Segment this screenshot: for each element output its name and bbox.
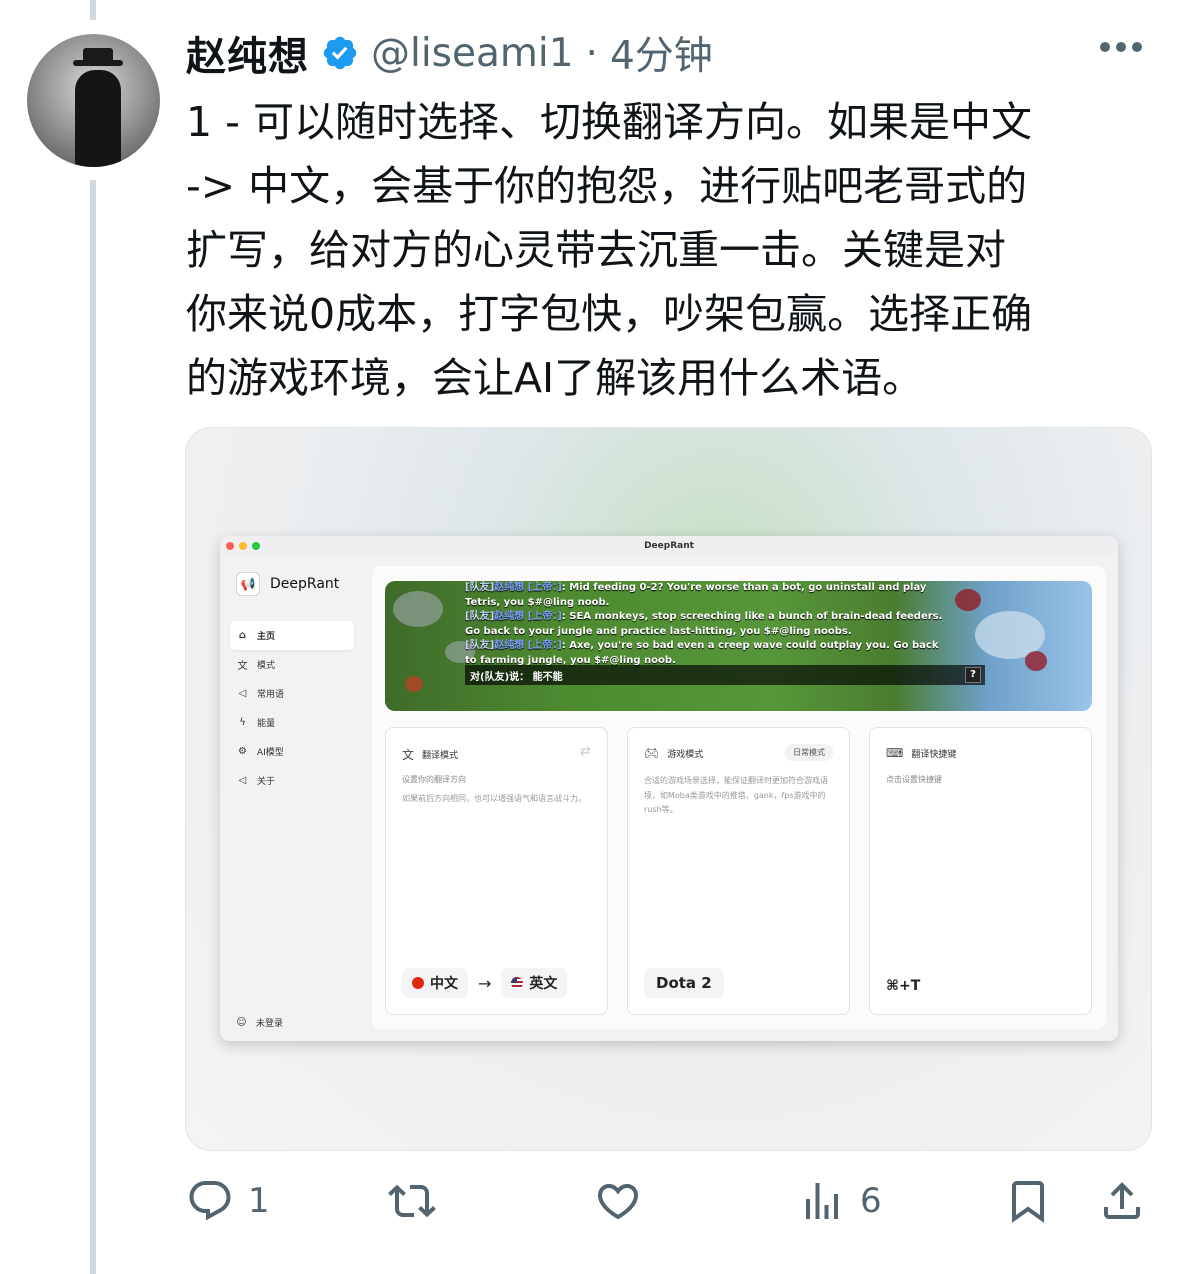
arrow-right-icon: →	[478, 973, 492, 993]
more-options-icon[interactable]	[1100, 42, 1142, 52]
chat-input-text: 对(队友)说： 能不能	[470, 671, 563, 683]
verified-badge-icon	[323, 36, 357, 70]
login-label: 未登录	[256, 1019, 284, 1029]
main-content: [队友]赵纯想 [上帝：]: Mid feeding 0-2? You're w…	[372, 566, 1106, 1029]
retweet-icon	[388, 1184, 436, 1218]
source-language-button[interactable]: 中文	[402, 968, 468, 998]
window-titlebar: DeepRant	[220, 536, 1118, 556]
megaphone-icon: ◁	[238, 688, 247, 699]
card-title: 翻译快捷键	[911, 749, 957, 760]
chat-line: [队友]赵纯想 [上帝：]: SEA monkeys, stop screech…	[465, 611, 943, 637]
card-title: 翻译模式	[422, 751, 459, 761]
share-button[interactable]	[1098, 1170, 1146, 1232]
shortcut-value[interactable]: ⌘+T	[886, 978, 920, 994]
home-icon: ⌂	[238, 630, 247, 641]
sidebar-item-phrases[interactable]: ◁ 常用语	[230, 679, 354, 708]
china-flag-icon	[412, 977, 424, 989]
chat-line: [队友]赵纯想 [上帝：]: Mid feeding 0-2? You're w…	[465, 582, 927, 608]
retweet-button[interactable]	[388, 1170, 450, 1232]
analytics-icon	[806, 1183, 838, 1219]
login-status[interactable]: ☺ 未登录	[236, 1016, 283, 1029]
bookmark-icon	[1012, 1181, 1044, 1223]
gear-icon: ⚙	[238, 746, 247, 757]
avatar[interactable]	[27, 34, 160, 167]
sidebar-item-ai-model[interactable]: ⚙ AI模型	[230, 737, 354, 766]
card-description: 合适的游戏场景选择，能保证翻译时更加符合游戏语境，如Moba类游戏中的推塔、ga…	[644, 776, 828, 814]
bolt-icon: ϟ	[239, 717, 246, 728]
avatar-figure	[75, 70, 121, 167]
window-title: DeepRant	[644, 541, 694, 551]
keyboard-icon: ⌨	[886, 746, 904, 760]
tweet-time[interactable]: 4分钟	[610, 25, 713, 81]
daily-mode-toggle[interactable]: 日常模式	[785, 744, 833, 761]
sidebar-item-label: 模式	[257, 661, 276, 671]
gamepad-icon: 🎮︎	[644, 746, 660, 760]
sidebar-item-about[interactable]: ◁ 关于	[230, 766, 354, 795]
thread-line-bottom	[90, 180, 96, 1274]
avatar-hat-brim	[73, 60, 123, 66]
game-chat-input: 对(队友)说： 能不能 ?	[465, 665, 985, 685]
card-header: 🎮︎ 游戏模式	[644, 746, 703, 760]
card-subtitle: 设置你的翻译方向	[402, 775, 466, 784]
sidebar-item-label: 能量	[257, 719, 276, 729]
tweet-text: 1 - 可以随时选择、切换翻译方向。如果是中文 -> 中文，会基于你的抱怨，进行…	[186, 98, 1033, 402]
game-mode-card[interactable]: 🎮︎ 游戏模式 日常模式 合适的游戏场景选择，能保证翻译时更加符合游戏语境，如M…	[627, 727, 850, 1015]
sidebar: 📢 DeepRant ⌂ 主页 文 模式 ◁ 常用语 ϟ 能量 ⚙ AI模型 ◁…	[220, 556, 362, 1041]
heart-icon	[597, 1184, 639, 1220]
reply-count: 1	[248, 1181, 270, 1221]
source-language-label: 中文	[430, 976, 458, 992]
author-name[interactable]: 赵纯想	[186, 24, 309, 82]
thread-line-top	[90, 0, 96, 20]
card-header: 文 翻译模式	[402, 746, 458, 763]
translate-icon: 文	[402, 748, 415, 762]
translate-icon: 文	[237, 661, 248, 672]
sidebar-item-label: 主页	[257, 632, 276, 642]
app-window: DeepRant 📢 DeepRant ⌂ 主页 文 模式 ◁ 常用语 ϟ 能量…	[220, 536, 1118, 1041]
sidebar-item-label: AI模型	[257, 748, 284, 758]
chat-line: [队友]赵纯想 [上帝：]: Axe, you're so bad even a…	[465, 640, 939, 666]
megaphone-logo-icon: 📢	[236, 572, 260, 596]
swap-direction-icon[interactable]: ⇄	[580, 744, 591, 759]
share-icon	[1104, 1182, 1140, 1219]
target-language-button[interactable]: 英文	[501, 968, 568, 998]
sidebar-item-label: 关于	[257, 777, 276, 787]
target-language-label: 英文	[529, 976, 558, 992]
translate-mode-card[interactable]: 文 翻译模式 ⇄ 设置你的翻译方向 如果前后方向相同，也可以增强语气和语言战斗力…	[385, 727, 608, 1015]
author-handle[interactable]: @liseami1	[371, 31, 574, 76]
card-description: 如果前后方向相同，也可以增强语气和语言战斗力。	[402, 794, 586, 803]
views-count: 6	[860, 1181, 882, 1221]
bookmark-button[interactable]	[1004, 1170, 1052, 1232]
tweet-actions: 1 6	[186, 1170, 1146, 1232]
sidebar-item-label: 常用语	[257, 690, 285, 700]
reply-icon	[189, 1181, 231, 1221]
sidebar-item-energy[interactable]: ϟ 能量	[230, 708, 354, 737]
brand: 📢 DeepRant	[236, 572, 339, 596]
user-icon: ☺	[236, 1017, 247, 1028]
shortcut-card[interactable]: ⌨ 翻译快捷键 点击设置快捷键 ⌘+T	[869, 727, 1092, 1015]
views-button[interactable]: 6	[798, 1170, 882, 1232]
tweet-media-image[interactable]: DeepRant 📢 DeepRant ⌂ 主页 文 模式 ◁ 常用语 ϟ 能量…	[185, 427, 1152, 1151]
sidebar-item-home[interactable]: ⌂ 主页	[230, 621, 354, 650]
reply-button[interactable]: 1	[186, 1170, 270, 1232]
translation-direction: 中文 → 英文	[402, 968, 568, 998]
tweet-header: 赵纯想 @liseami1 · 4分钟	[186, 25, 713, 81]
card-title: 游戏模式	[667, 749, 704, 760]
megaphone-icon: ◁	[238, 775, 247, 786]
help-icon: ?	[965, 667, 981, 683]
sidebar-nav: ⌂ 主页 文 模式 ◁ 常用语 ϟ 能量 ⚙ AI模型 ◁ 关于	[230, 621, 354, 795]
brand-name: DeepRant	[270, 576, 340, 592]
header-separator: ·	[585, 30, 598, 76]
game-select-button[interactable]: Dota 2	[644, 968, 724, 998]
sidebar-item-mode[interactable]: 文 模式	[230, 650, 354, 679]
game-chat-log: [队友]赵纯想 [上帝：]: Mid feeding 0-2? You're w…	[465, 581, 945, 668]
card-header: ⌨ 翻译快捷键	[886, 746, 956, 760]
card-subtitle: 点击设置快捷键	[886, 775, 942, 784]
like-button[interactable]	[594, 1170, 656, 1232]
game-screenshot: [队友]赵纯想 [上帝：]: Mid feeding 0-2? You're w…	[385, 581, 1092, 711]
us-flag-icon	[511, 977, 524, 989]
